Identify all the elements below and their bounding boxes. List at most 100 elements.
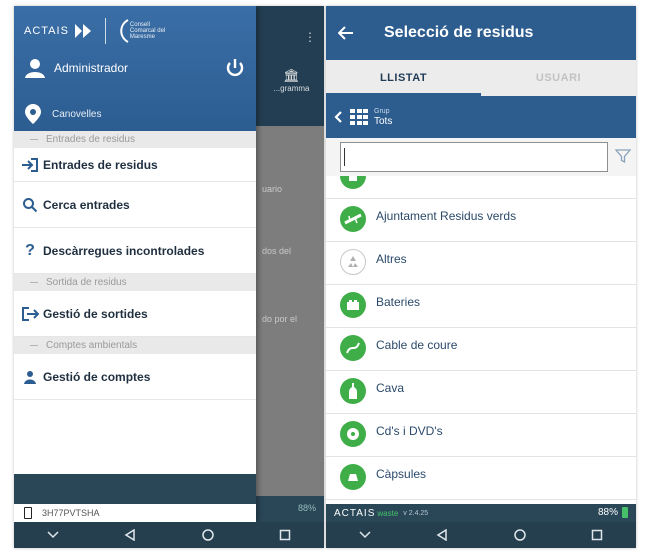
power-icon[interactable] xyxy=(224,57,246,79)
section-header-sortida: Sortida de residus xyxy=(14,274,256,291)
list-item[interactable]: Cd's i DVD's xyxy=(326,414,636,457)
menu-item-label: Gestió de comptes xyxy=(43,369,151,384)
menu-item-cerca-entrades[interactable]: Cerca entrades xyxy=(14,182,256,228)
navigation-drawer: ACTAIS Consell Comarcal del Maresme Admi… xyxy=(14,6,256,522)
person-icon xyxy=(19,370,41,384)
background-tab: 🏛 ...gramma xyxy=(259,66,324,106)
list-item-label: Ajuntament Residus verds xyxy=(376,209,517,223)
logo-divider xyxy=(104,18,106,44)
user-name: Administrador xyxy=(54,61,129,75)
back-triangle-icon xyxy=(436,529,447,541)
chevron-left-icon xyxy=(334,111,342,123)
list-item[interactable]: Cable de coure xyxy=(326,328,636,371)
chevron-down-icon xyxy=(47,531,59,539)
background-text: dos del xyxy=(262,246,292,256)
brand-mark-icon xyxy=(74,24,91,38)
list-item-label: * xyxy=(376,176,381,180)
section-header-entrades: Entrades de residus xyxy=(14,131,256,148)
filter-icon[interactable] xyxy=(614,147,632,165)
nav-recents-button[interactable] xyxy=(582,524,612,546)
list-item[interactable]: * xyxy=(326,176,636,199)
list-item[interactable]: Càpsules xyxy=(326,457,636,500)
tab-bar: LLISTAT USUARI xyxy=(326,60,636,96)
group-labels: Grup Tots xyxy=(374,107,392,127)
cable-icon xyxy=(340,335,366,361)
nav-home-button[interactable] xyxy=(505,524,535,546)
page-title: Selecció de residus xyxy=(384,24,534,41)
background-text: uario xyxy=(262,184,283,194)
right-phone-screen: Selecció de residus LLISTAT USUARI Grup … xyxy=(326,6,636,548)
menu-item-entrades-de-residus[interactable]: Entrades de residus xyxy=(14,148,256,182)
search-input[interactable] xyxy=(340,142,608,172)
menu-item-label: Descàrregues incontrolades xyxy=(43,243,205,258)
group-value: Tots xyxy=(374,116,393,127)
app-status-bar: ACTAIS waste v 2.4.25 88% xyxy=(326,504,636,522)
group-back-button[interactable] xyxy=(326,111,350,123)
list-item-label: Cd's i DVD's xyxy=(376,424,443,438)
battery-level-icon xyxy=(622,507,628,518)
battery-level: 88% xyxy=(597,507,618,518)
bottle-icon xyxy=(340,378,366,404)
battery-level: 88% xyxy=(297,503,316,513)
nav-recents-button[interactable] xyxy=(270,524,300,546)
drawer-bottom-bar xyxy=(14,474,256,504)
brand-sub: waste xyxy=(377,508,399,518)
list-item-label: Cava xyxy=(376,381,405,395)
green-waste-icon xyxy=(340,176,366,189)
left-phone-screen: ⋮ 🏛 ...gramma uario dos del do por el 88… xyxy=(14,6,324,548)
disc-icon xyxy=(340,421,366,447)
battery-icon xyxy=(340,292,366,318)
device-id: 3H77PVTSHA xyxy=(42,508,100,518)
search-icon xyxy=(19,197,41,213)
device-info: 3H77PVTSHA xyxy=(14,504,256,522)
list-item-label: Càpsules xyxy=(376,467,427,481)
back-button[interactable] xyxy=(326,26,366,40)
brand-name: ACTAIS xyxy=(24,25,69,37)
location-name: Canovelles xyxy=(52,108,102,120)
nav-collapse-button[interactable] xyxy=(38,524,68,546)
user-icon xyxy=(25,59,45,78)
login-arrow-icon xyxy=(19,157,41,173)
list-item[interactable]: Bateries xyxy=(326,285,636,328)
location-row[interactable]: Canovelles xyxy=(24,102,101,126)
tab-llistat[interactable]: LLISTAT xyxy=(326,60,481,96)
logout-arrow-icon xyxy=(19,306,41,322)
group-selector: Grup Tots xyxy=(326,96,636,138)
nav-back-button[interactable] xyxy=(115,524,145,546)
location-pin-icon xyxy=(25,104,41,124)
app-bar: Selecció de residus xyxy=(326,6,636,60)
list-item-label: Cable de coure xyxy=(376,338,458,352)
list-item[interactable]: Ajuntament Residus verds xyxy=(326,199,636,242)
menu-item-gestio-de-sortides[interactable]: Gestió de sortides xyxy=(14,291,256,337)
tab-usuari[interactable]: USUARI xyxy=(481,60,636,96)
list-item-label: Bateries xyxy=(376,295,421,309)
consell-logo-icon xyxy=(120,19,129,43)
brand-name: ACTAIS xyxy=(334,507,376,519)
consell-text: Consell Comarcal del Maresme xyxy=(129,22,166,40)
battery-status: 88% xyxy=(598,507,628,518)
nav-home-button[interactable] xyxy=(193,524,223,546)
home-circle-icon xyxy=(202,529,214,541)
capsule-icon xyxy=(340,464,366,490)
nav-collapse-button[interactable] xyxy=(350,524,380,546)
building-icon: 🏛 xyxy=(283,68,300,83)
recents-square-icon xyxy=(280,529,291,541)
grid-icon[interactable] xyxy=(350,109,368,125)
list-item[interactable]: Cava xyxy=(326,371,636,414)
home-circle-icon xyxy=(514,529,526,541)
waste-list: * Ajuntament Residus verds Altres Bateri… xyxy=(326,176,636,504)
list-item[interactable]: Altres xyxy=(326,242,636,285)
menu-item-label: Cerca entrades xyxy=(43,197,130,212)
nav-back-button[interactable] xyxy=(427,524,457,546)
question-mark-icon: ? xyxy=(25,241,35,259)
menu-item-descarregues-incontrolades[interactable]: ? Descàrregues incontrolades xyxy=(14,228,256,274)
chevron-down-icon xyxy=(359,531,371,539)
recycle-icon xyxy=(340,249,366,275)
menu-item-label: Entrades de residus xyxy=(43,157,158,172)
user-row: Administrador xyxy=(24,56,246,80)
app-logo: ACTAIS Consell Comarcal del Maresme xyxy=(24,16,174,46)
branch-icon xyxy=(340,206,366,232)
menu-item-label: Gestió de sortides xyxy=(43,306,148,321)
menu-item-gestio-de-comptes[interactable]: Gestió de comptes xyxy=(14,354,256,400)
list-item-label: Altres xyxy=(376,252,407,266)
